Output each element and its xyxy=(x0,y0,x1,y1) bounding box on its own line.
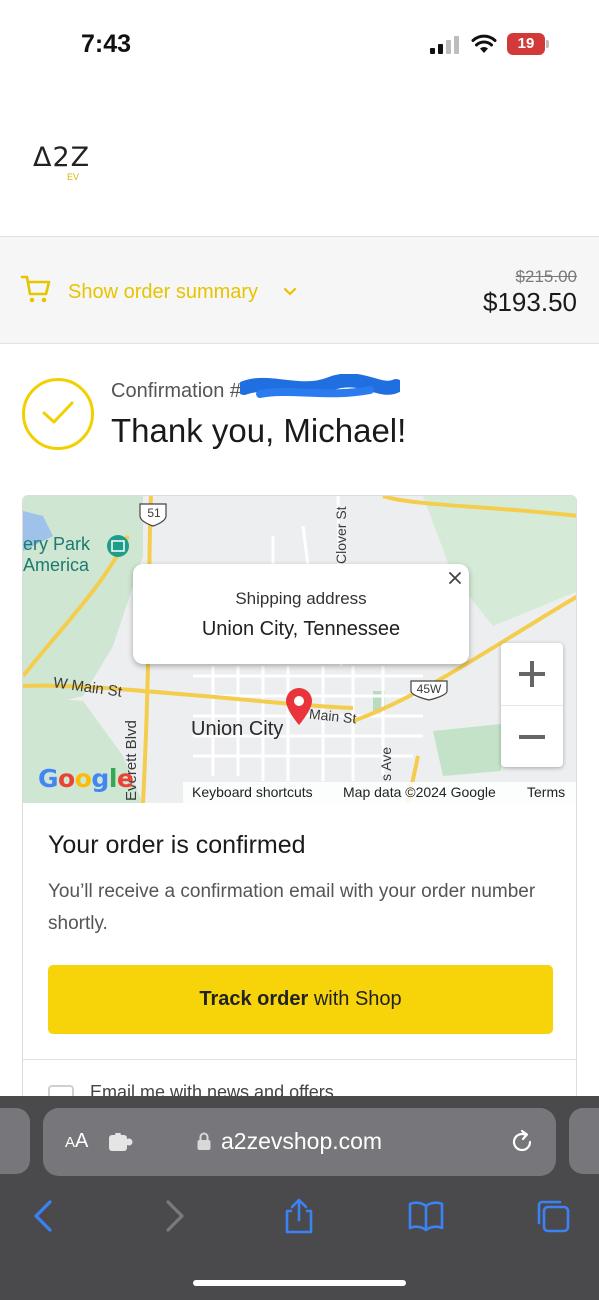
status-bar: 7:43 19 xyxy=(0,0,599,90)
home-indicator xyxy=(193,1280,406,1286)
terms-link[interactable]: Terms xyxy=(527,784,565,800)
bookmarks-icon[interactable] xyxy=(408,1198,444,1234)
popup-address: Union City, Tennessee xyxy=(201,618,401,640)
confirmation-number-label: Confirmation # xyxy=(111,380,242,402)
order-confirmed-heading: Your order is confirmed xyxy=(48,831,306,859)
next-tab-preview[interactable] xyxy=(569,1108,599,1174)
show-order-summary-link[interactable]: Show order summary xyxy=(68,281,258,304)
url-text: a2zevshop.com xyxy=(221,1128,383,1154)
address-bar[interactable]: AA a2zevshop.com xyxy=(43,1108,556,1176)
minus-icon xyxy=(519,734,545,739)
google-logo[interactable]: Google xyxy=(38,764,134,793)
map-data-text: Map data ©2024 Google xyxy=(343,784,496,800)
shipping-map[interactable]: ery Park America 51 45W W Main St Main S… xyxy=(23,496,576,803)
map-route-51: 51 xyxy=(147,506,161,520)
lock-icon xyxy=(197,1132,211,1150)
cart-icon xyxy=(20,275,51,303)
store-logo[interactable]: Δ2Z EV xyxy=(33,142,90,182)
extension-icon[interactable] xyxy=(109,1133,133,1151)
zoom-out-button[interactable] xyxy=(501,705,563,767)
popup-title: Shipping address xyxy=(235,589,367,608)
map-route-45w: 45W xyxy=(416,682,442,696)
status-time: 7:43 xyxy=(81,30,132,58)
map-attribution: Keyboard shortcuts Map data ©2024 Google… xyxy=(183,782,576,803)
location-pin-icon xyxy=(286,688,312,725)
plus-icon xyxy=(519,661,545,687)
thank-you-heading: Thank you, Michael! xyxy=(111,412,407,449)
map-zoom-controls xyxy=(501,643,563,767)
track-order-button[interactable]: Track order with Shop xyxy=(48,965,553,1034)
share-icon[interactable] xyxy=(281,1198,317,1234)
battery-icon: 19 xyxy=(507,33,549,55)
tabs-icon[interactable] xyxy=(535,1198,571,1234)
close-icon[interactable] xyxy=(447,570,463,586)
order-confirmed-description: You’ll receive a confirmation email with… xyxy=(48,881,536,934)
chevron-down-icon xyxy=(283,287,297,296)
map-label-park: ery Park xyxy=(23,534,91,554)
shipping-address-popup: Shipping address Union City, Tennessee xyxy=(133,564,469,664)
cellular-signal-icon xyxy=(430,36,459,54)
previous-tab-preview[interactable] xyxy=(0,1108,30,1174)
divider xyxy=(23,1059,576,1060)
back-icon[interactable] xyxy=(26,1198,62,1234)
reload-icon[interactable] xyxy=(509,1129,535,1155)
forward-icon[interactable] xyxy=(156,1198,192,1234)
map-label-park-2: America xyxy=(23,555,90,575)
wifi-icon xyxy=(471,34,497,53)
map-label-union-city: Union City xyxy=(191,718,284,740)
map-label-s-ave: s Ave xyxy=(378,747,394,781)
browser-toolbar: AA a2zevshop.com xyxy=(0,1096,599,1300)
original-price: $215.00 xyxy=(515,267,577,286)
map-label-clover-st: Clover St xyxy=(333,506,349,564)
zoom-in-button[interactable] xyxy=(501,643,563,705)
order-summary-bar[interactable]: Show order summary $215.00 $193.50 xyxy=(0,236,599,344)
checkmark-circle-icon xyxy=(22,378,94,450)
keyboard-shortcuts-link[interactable]: Keyboard shortcuts xyxy=(192,784,313,800)
order-card: ery Park America 51 45W W Main St Main S… xyxy=(22,495,577,1135)
redaction-scribble xyxy=(240,374,400,398)
total-price: $193.50 xyxy=(483,287,577,317)
reader-settings-button[interactable]: AA xyxy=(65,1130,88,1153)
